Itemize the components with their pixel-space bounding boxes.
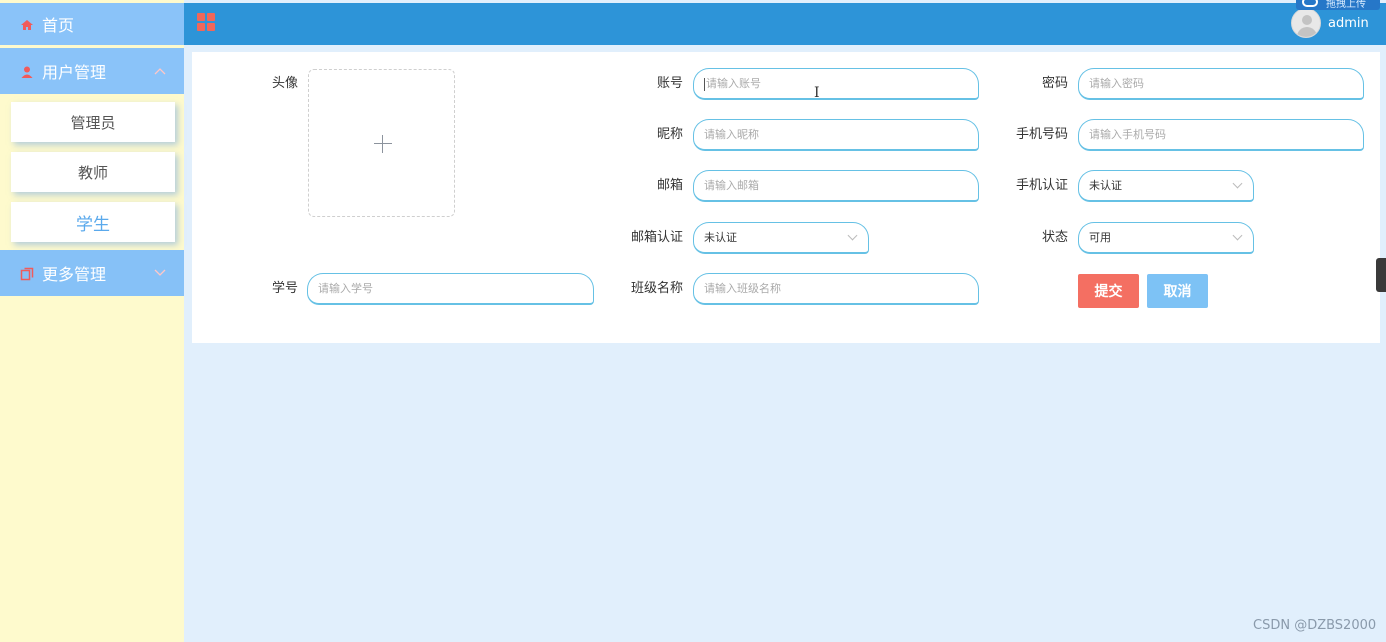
- upload-tag-label: 拖拽上传: [1326, 0, 1366, 10]
- phone-input[interactable]: 请输入手机号码: [1078, 119, 1364, 151]
- cloud-icon: [1302, 0, 1318, 7]
- copy-icon: [20, 266, 34, 281]
- avatar-uploader[interactable]: [308, 69, 455, 217]
- status-value: 可用: [1089, 231, 1111, 244]
- student-no-input[interactable]: 请输入学号: [307, 273, 594, 305]
- top-bar: admin: [184, 3, 1386, 45]
- user-icon: [20, 64, 34, 78]
- home-icon: [20, 17, 34, 31]
- phone-label: 手机号码: [1015, 127, 1068, 142]
- chevron-down-icon: [154, 266, 166, 281]
- phone-verify-select[interactable]: 未认证: [1078, 170, 1254, 202]
- sidebar: 首页 用户管理 管理员 教师 学生 更多管理: [0, 0, 184, 642]
- account-input[interactable]: 请输入账号: [693, 68, 979, 100]
- phone-verify-label: 手机认证: [1015, 178, 1068, 193]
- sidebar-item-admin[interactable]: 管理员: [11, 102, 175, 142]
- menu-user-management-label: 用户管理: [42, 63, 107, 82]
- account-label: 账号: [656, 76, 683, 91]
- class-name-label: 班级名称: [630, 281, 683, 296]
- chevron-up-icon: [154, 64, 166, 79]
- menu-user-management[interactable]: 用户管理: [0, 48, 184, 94]
- menu-more-management[interactable]: 更多管理: [0, 250, 184, 296]
- email-label: 邮箱: [656, 178, 683, 193]
- chevron-down-icon: [847, 230, 858, 241]
- password-input[interactable]: 请输入密码: [1078, 68, 1364, 100]
- status-select[interactable]: 可用: [1078, 222, 1254, 254]
- chevron-down-icon: [1232, 230, 1243, 241]
- nickname-label: 昵称: [656, 127, 683, 142]
- email-input[interactable]: 请输入邮箱: [693, 170, 979, 202]
- sidebar-item-student[interactable]: 学生: [11, 202, 175, 242]
- form-card: 头像 账号 请输入账号 昵称 请输入昵称 邮箱 请输入邮箱 邮箱认证 未认证 班…: [192, 52, 1380, 343]
- phone-verify-value: 未认证: [1089, 179, 1122, 192]
- class-name-input[interactable]: 请输入班级名称: [693, 273, 979, 305]
- scroll-handle[interactable]: [1376, 258, 1386, 292]
- chevron-down-icon: [1232, 178, 1243, 189]
- avatar-label: 头像: [271, 76, 298, 91]
- menu-home-label: 首页: [42, 16, 75, 35]
- status-label: 状态: [1041, 230, 1068, 245]
- menu-home[interactable]: 首页: [0, 3, 184, 45]
- nickname-input[interactable]: 请输入昵称: [693, 119, 979, 151]
- watermark: CSDN @DZBS2000: [1253, 618, 1377, 633]
- student-no-label: 学号: [271, 281, 298, 296]
- email-verify-value: 未认证: [704, 231, 737, 244]
- text-cursor-icon: I: [814, 85, 820, 101]
- password-label: 密码: [1041, 76, 1068, 91]
- user-name[interactable]: admin: [1328, 16, 1369, 31]
- submit-button[interactable]: 提交: [1078, 274, 1139, 308]
- grid-menu-icon[interactable]: [197, 13, 217, 33]
- avatar[interactable]: [1291, 8, 1321, 38]
- sidebar-item-teacher[interactable]: 教师: [11, 152, 175, 192]
- cancel-button[interactable]: 取消: [1147, 274, 1208, 308]
- plus-icon: [374, 143, 392, 144]
- email-verify-select[interactable]: 未认证: [693, 222, 869, 254]
- menu-more-management-label: 更多管理: [42, 265, 107, 284]
- upload-tag[interactable]: 拖拽上传: [1296, 0, 1380, 10]
- email-verify-label: 邮箱认证: [630, 230, 683, 245]
